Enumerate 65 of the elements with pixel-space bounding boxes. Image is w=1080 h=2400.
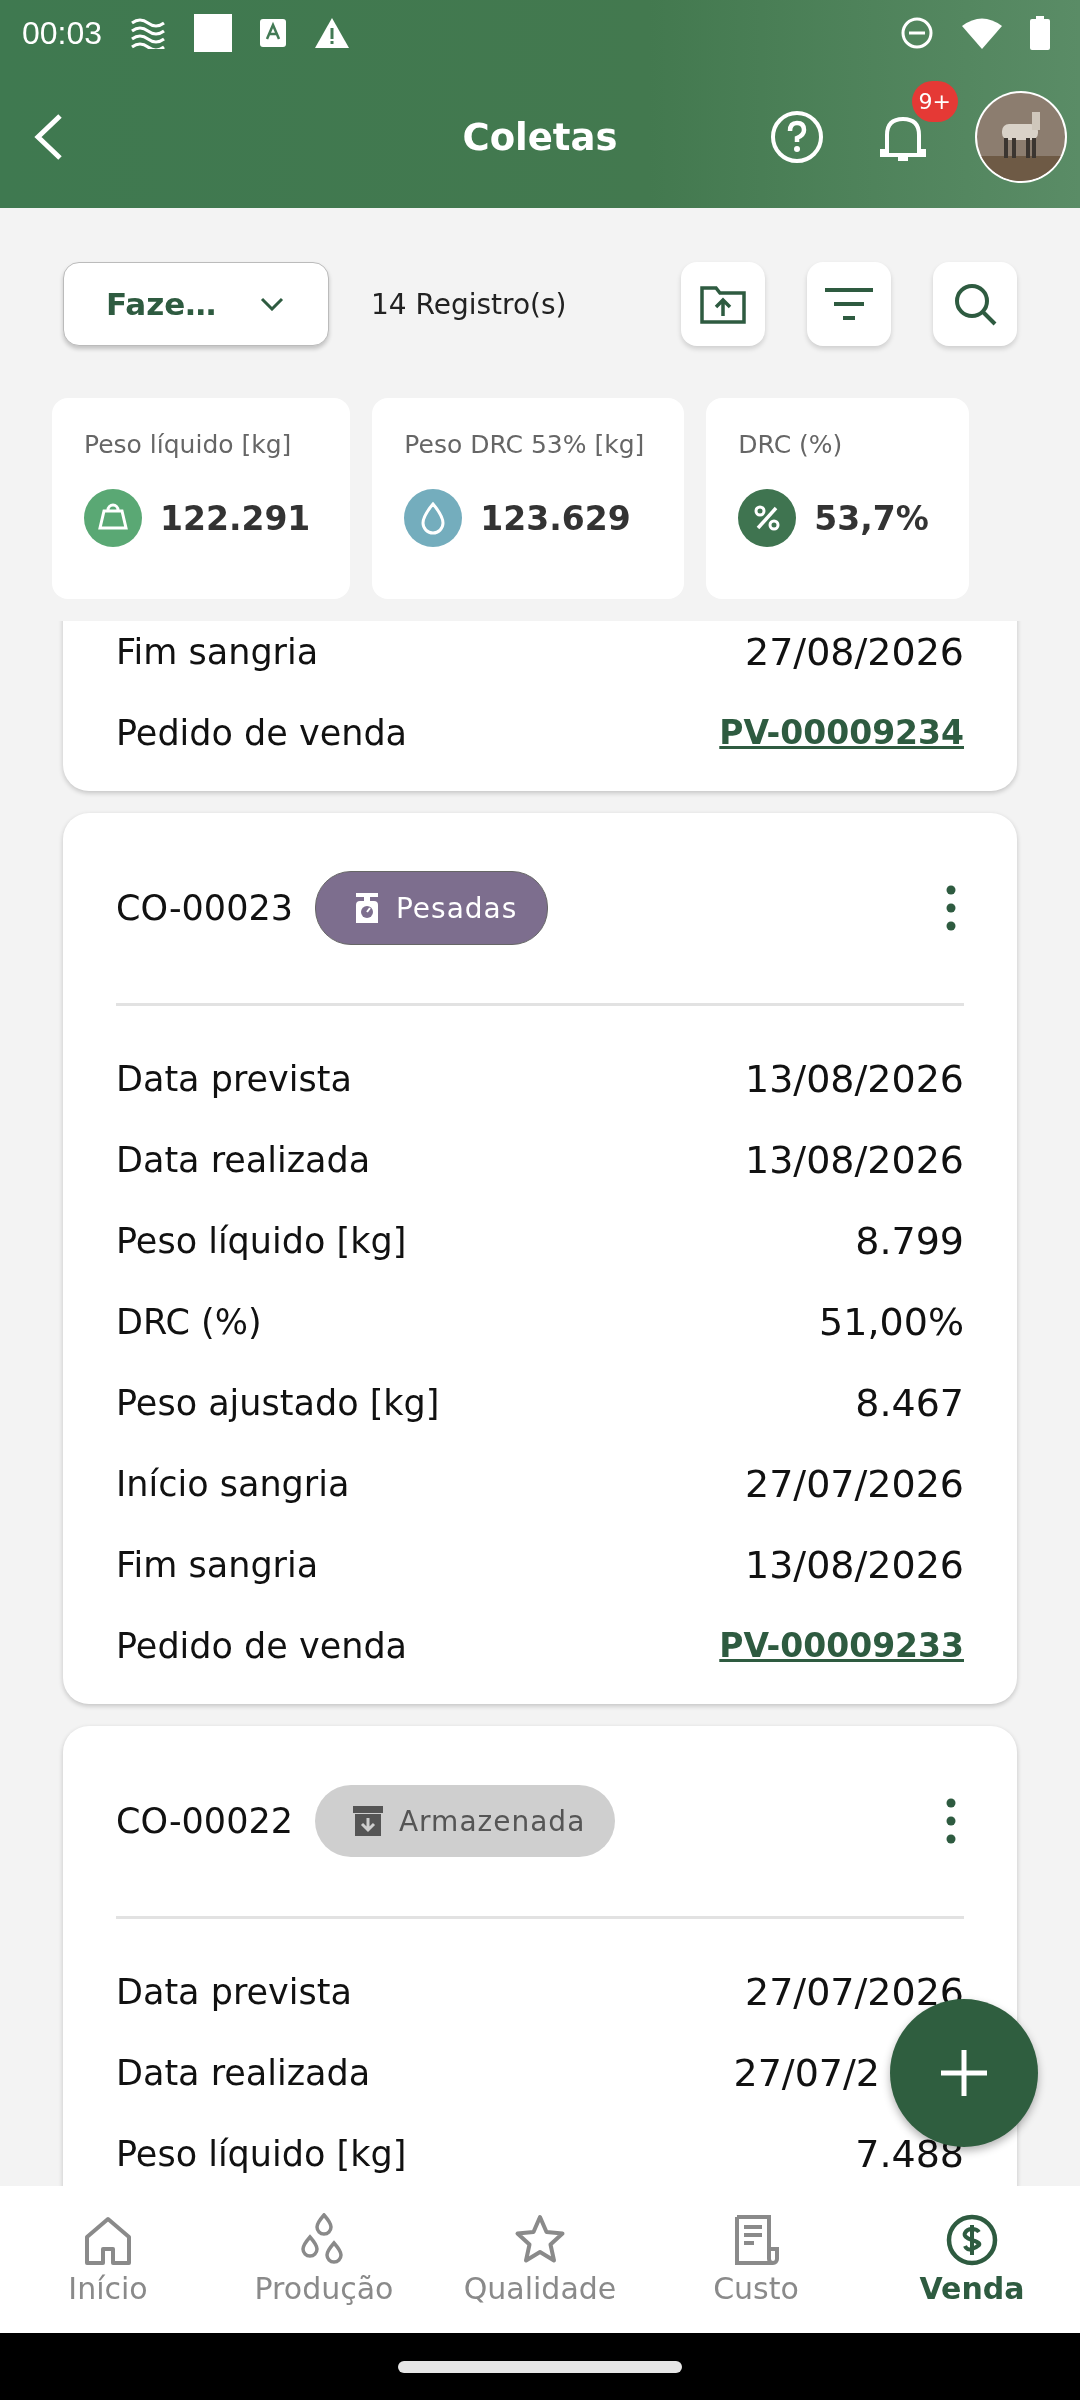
text-icon — [260, 19, 287, 47]
weight-icon — [84, 489, 142, 547]
field-label: Fim sangria — [116, 1544, 319, 1585]
field-value: 13/08/2026 — [744, 1056, 964, 1101]
farm-dropdown[interactable]: Faze… — [63, 262, 329, 346]
search-button[interactable] — [933, 262, 1017, 346]
plus-icon — [939, 2048, 989, 2098]
nav-tab[interactable]: Venda — [864, 2186, 1080, 2333]
status-badge: Armazenada — [314, 1785, 616, 1857]
collection-code: CO-00023 — [116, 888, 293, 928]
field-value: 13/08/2026 — [744, 1137, 964, 1182]
stat-value: 122.291 — [160, 498, 311, 538]
field-value: 51,00% — [819, 1299, 964, 1344]
field-label: Pedido de venda — [116, 1625, 408, 1666]
stat-label: Peso líquido [kg] — [84, 430, 293, 459]
warning-icon — [314, 17, 351, 49]
export-button[interactable] — [681, 262, 765, 346]
field-value: 13/08/2026 — [744, 1542, 964, 1587]
do-not-disturb-icon — [900, 16, 934, 50]
status-badge: Pesadas — [314, 871, 549, 945]
record-count: 14 Registro(s) — [371, 287, 567, 321]
waves-icon — [130, 17, 167, 49]
square-icon — [194, 14, 233, 52]
wifi-icon — [962, 17, 1002, 49]
battery-icon — [1030, 16, 1050, 50]
field-value: 27/07/2026 — [744, 1969, 964, 2014]
field-value: 27/07/2026 — [744, 1461, 964, 1506]
field-label: Data realizada — [116, 1139, 371, 1180]
field-label: Peso líquido [kg] — [116, 1220, 407, 1261]
field-label: Início sangria — [116, 1463, 350, 1504]
dollar-icon — [945, 2213, 999, 2267]
stat-label: DRC (%) — [738, 430, 844, 459]
field-label: Fim sangria — [116, 631, 319, 672]
field-label: Peso ajustado [kg] — [116, 1382, 440, 1423]
field-label: Data realizada — [116, 2052, 371, 2093]
field-value: 27/07/2 — [733, 2050, 880, 2095]
field-value: 27/08/2026 — [744, 629, 964, 674]
chevron-down-icon — [260, 297, 284, 311]
field-label: Pedido de venda — [116, 712, 408, 753]
collection-code: CO-00022 — [116, 1801, 293, 1841]
help-button[interactable] — [770, 110, 824, 164]
stat-value: 53,7% — [814, 498, 929, 538]
sales-order-link[interactable]: PV-00009233 — [719, 1626, 964, 1665]
percent-icon — [738, 489, 797, 547]
field-label: Peso líquido [kg] — [116, 2133, 407, 2174]
drop-icon — [404, 489, 463, 547]
filter-button[interactable] — [807, 262, 891, 346]
more-vertical-icon — [946, 1798, 956, 1844]
sales-order-link[interactable]: PV-00009234 — [719, 713, 964, 752]
field-label: Data prevista — [116, 1058, 352, 1099]
field-value: 8.467 — [855, 1380, 964, 1425]
more-vertical-icon — [946, 885, 956, 931]
status-time: 00:03 — [22, 14, 103, 52]
archive-icon — [350, 1804, 385, 1838]
filter-icon — [825, 287, 873, 321]
folder-upload-icon — [700, 284, 746, 324]
search-icon — [953, 282, 997, 326]
notification-badge: 9+ — [911, 81, 958, 122]
field-label: Data prevista — [116, 1971, 352, 2012]
field-label: DRC (%) — [116, 1301, 262, 1342]
field-value: 8.799 — [855, 1218, 964, 1263]
help-icon — [770, 110, 824, 164]
stat-label: Peso DRC 53% [kg] — [404, 430, 645, 459]
page-title: Coletas — [462, 115, 618, 159]
stat-value: 123.629 — [480, 498, 631, 538]
